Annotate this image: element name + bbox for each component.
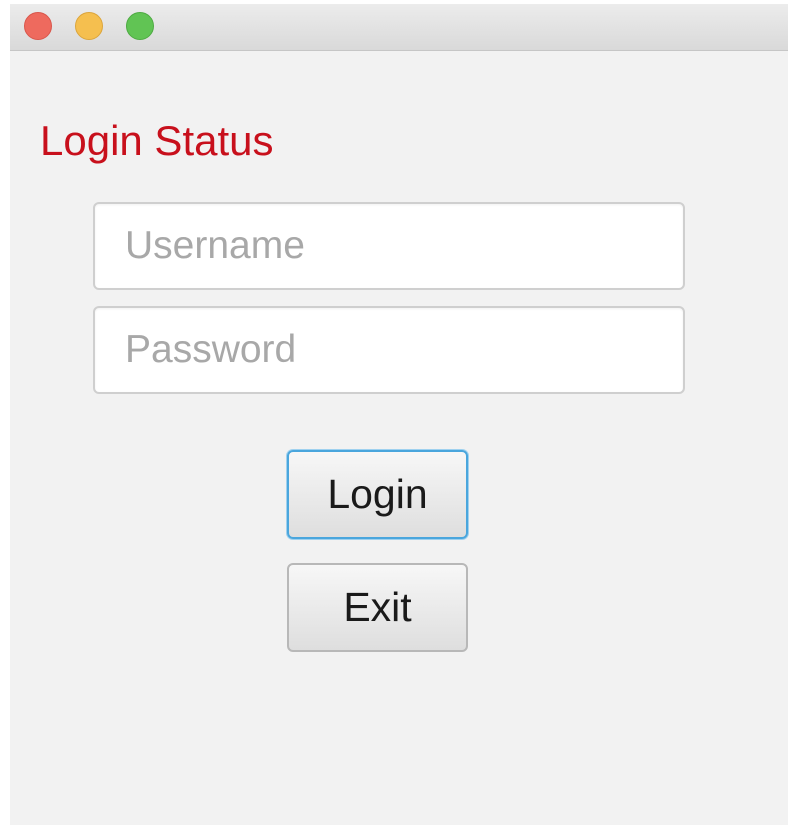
zoom-window-icon[interactable] [126, 12, 154, 40]
username-input[interactable] [93, 202, 685, 290]
login-status-label: Login Status [40, 117, 274, 164]
close-window-icon[interactable] [24, 12, 52, 40]
app-window: Login Status Login Exit [10, 4, 788, 825]
minimize-window-icon[interactable] [75, 12, 103, 40]
password-input[interactable] [93, 306, 685, 394]
login-button[interactable]: Login [287, 450, 468, 539]
exit-button[interactable]: Exit [287, 563, 468, 652]
title-bar[interactable] [10, 4, 788, 51]
